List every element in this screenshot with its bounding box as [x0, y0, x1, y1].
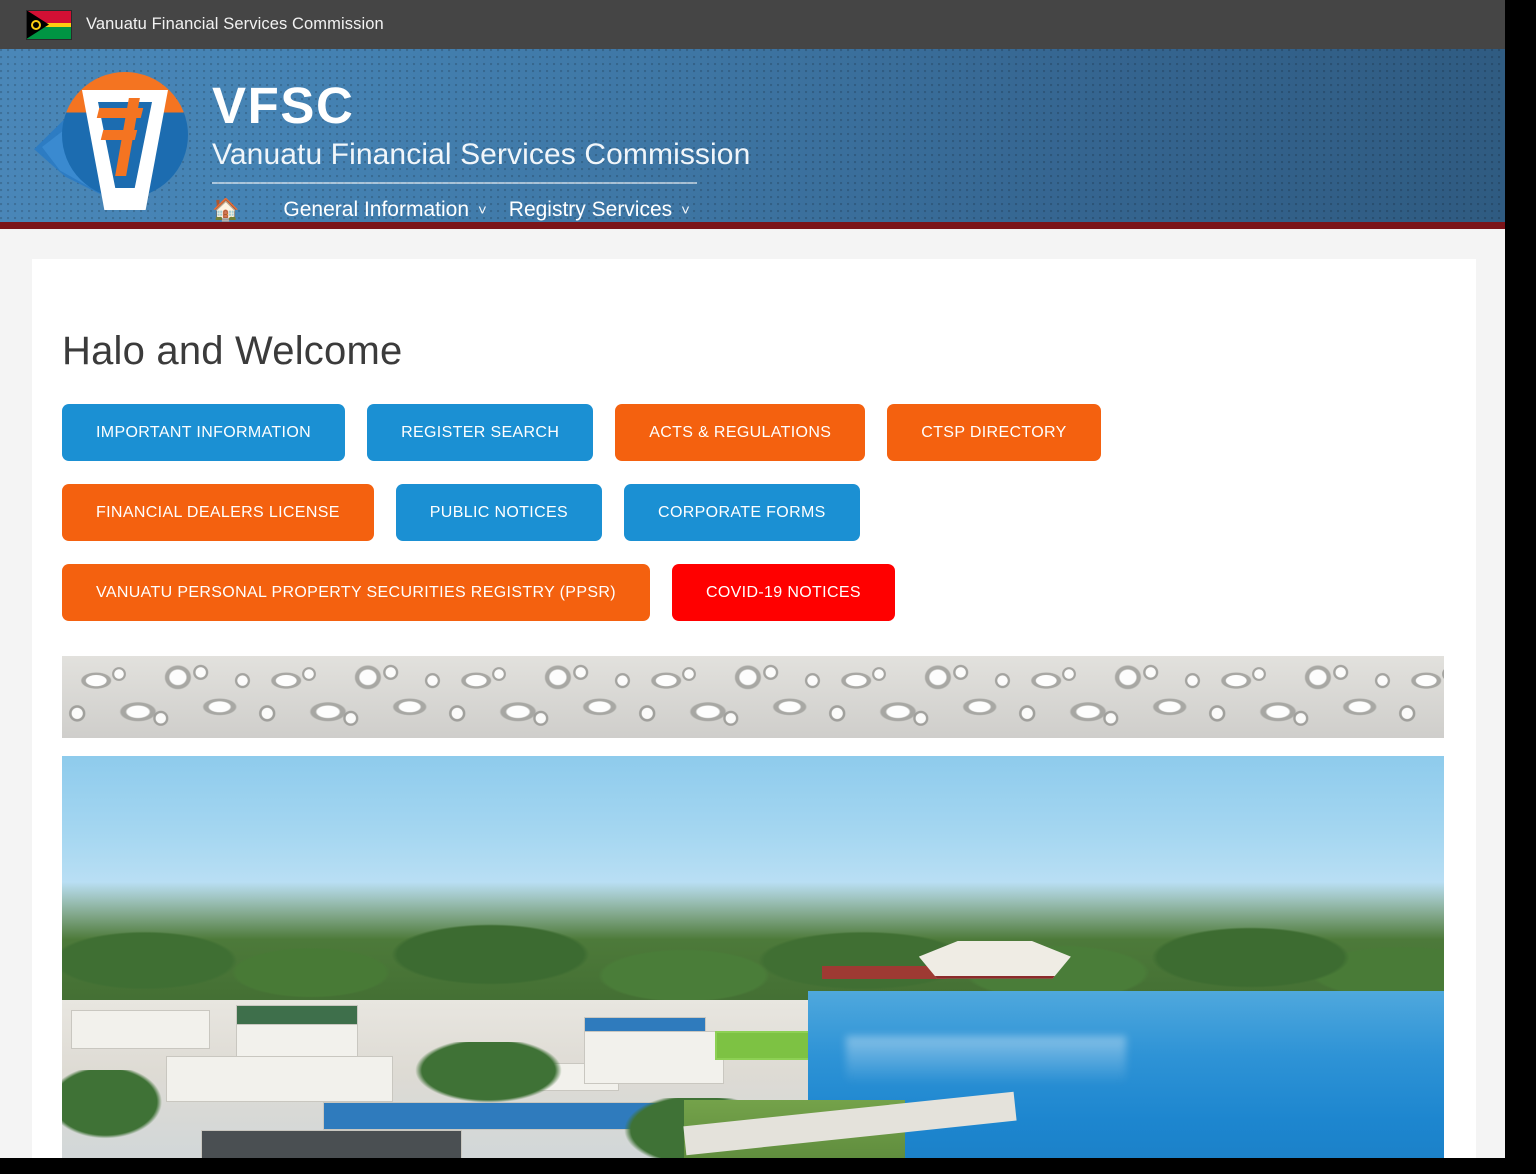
page-title: Halo and Welcome — [62, 329, 403, 373]
quick-link-acts-and-regulations[interactable]: ACTS & REGULATIONS — [615, 404, 866, 461]
quick-link-public-notices[interactable]: PUBLIC NOTICES — [395, 484, 603, 541]
site-acronym: VFSC — [212, 77, 355, 134]
vanuatu-flag-icon — [26, 9, 72, 40]
nav-item-registry-services[interactable]: Registry Services ˅ — [509, 194, 712, 226]
quick-link-ctsp-directory[interactable]: CTSP DIRECTORY — [887, 404, 1101, 461]
site-header: VFSC Vanuatu Financial Services Commissi… — [0, 49, 1505, 229]
port-vila-harbour-aerial-photo — [62, 756, 1444, 1158]
nav-label-general-information: General Information — [283, 198, 470, 221]
quick-link-covid-19-notices[interactable]: COVID-19 NOTICES — [671, 564, 895, 621]
carved-relief-pattern-band — [62, 656, 1444, 738]
quick-link-corporate-forms[interactable]: CORPORATE FORMS — [624, 484, 860, 541]
window-frame-bottom — [0, 1158, 1536, 1174]
site-full-name: Vanuatu Financial Services Commission — [212, 138, 751, 171]
nav-item-home[interactable]: 🏠 — [212, 195, 283, 225]
site-name-label: Vanuatu Financial Services Commission — [86, 15, 384, 33]
quick-link-row-3: VANUATU PERSONAL PROPERTY SECURITIES REG… — [62, 564, 1448, 621]
chevron-down-icon: ˅ — [681, 201, 690, 219]
site-logo-block[interactable]: VFSC Vanuatu Financial Services Commissi… — [34, 66, 750, 226]
main-navigation: 🏠 General Information ˅ Registry Service… — [212, 194, 750, 226]
nav-label-registry-services: Registry Services — [508, 198, 673, 221]
quick-link-important-information[interactable]: IMPORTANT INFORMATION — [62, 404, 346, 461]
top-utility-bar: Vanuatu Financial Services Commission — [0, 0, 1505, 49]
home-icon: 🏠 — [212, 197, 240, 222]
page-body: Halo and Welcome IMPORTANT INFORMATION R… — [0, 229, 1505, 1158]
quick-link-row-2: FINANCIAL DEALERS LICENSE PUBLIC NOTICES… — [62, 484, 1448, 541]
quick-link-financial-dealers-license[interactable]: FINANCIAL DEALERS LICENSE — [62, 484, 374, 541]
quick-link-ppsr[interactable]: VANUATU PERSONAL PROPERTY SECURITIES REG… — [62, 564, 650, 621]
quick-link-register-search[interactable]: REGISTER SEARCH — [367, 404, 594, 461]
quick-link-row-1: IMPORTANT INFORMATION REGISTER SEARCH AC… — [62, 404, 1448, 461]
content-card: Halo and Welcome IMPORTANT INFORMATION R… — [32, 259, 1476, 1158]
header-divider — [212, 182, 697, 184]
nav-item-general-information[interactable]: General Information ˅ — [283, 194, 508, 226]
chevron-down-icon: ˅ — [478, 201, 487, 219]
window-frame-right — [1505, 0, 1536, 1174]
browser-viewport: Vanuatu Financial Services Commission VF… — [0, 0, 1505, 1158]
site-title-block: VFSC Vanuatu Financial Services Commissi… — [212, 66, 750, 226]
vfsc-emblem-icon — [34, 66, 194, 216]
